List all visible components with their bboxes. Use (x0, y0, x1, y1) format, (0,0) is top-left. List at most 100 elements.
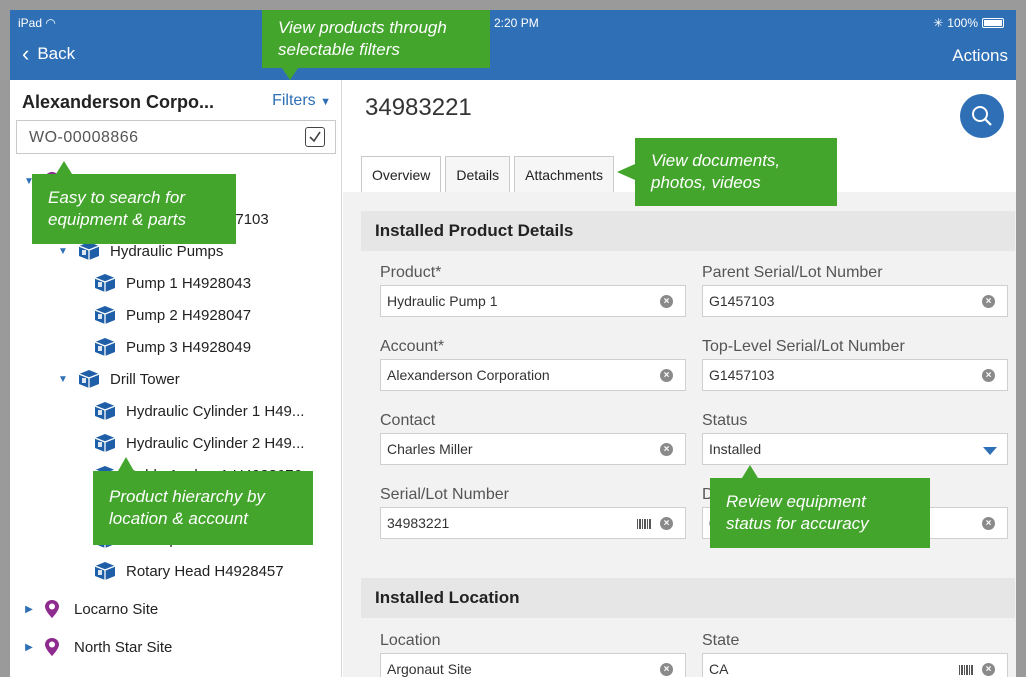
state-value: CA (709, 661, 729, 677)
clear-icon[interactable]: × (982, 369, 995, 382)
product-box-icon (78, 370, 100, 388)
search-value: WO-00008866 (29, 129, 139, 146)
clear-icon[interactable]: × (660, 443, 673, 456)
tree-product-item[interactable]: Pump 2 H4928047 (10, 299, 340, 331)
tree-item-label: Hydraulic Cylinder 2 H49... (126, 434, 305, 452)
location-pin-icon (45, 638, 59, 656)
tree-item-label: Pump 1 H4928043 (126, 274, 252, 292)
bluetooth-icon: ✳ (933, 16, 944, 30)
clear-icon[interactable]: × (982, 517, 995, 530)
caret-right-icon[interactable]: ▶ (22, 604, 36, 615)
barcode-icon[interactable] (959, 665, 973, 675)
location-pin-icon (45, 600, 59, 618)
tree-item-label: Rotary Head H4928457 (126, 562, 284, 580)
callout-line: status for accuracy (726, 514, 869, 533)
account-value: Alexanderson Corporation (387, 367, 550, 383)
tab-attachments[interactable]: Attachments (514, 156, 614, 192)
dropdown-caret-icon[interactable] (983, 447, 997, 455)
tab-details[interactable]: Details (445, 156, 511, 192)
clear-icon[interactable]: × (660, 663, 673, 676)
product-value: Hydraulic Pump 1 (387, 293, 498, 309)
checkbox-icon[interactable] (305, 127, 325, 147)
callout-line: View products through (278, 18, 447, 37)
serial-field[interactable]: 34983221 × (380, 507, 686, 539)
search-button[interactable] (960, 94, 1004, 138)
filters-label: Filters (272, 92, 316, 109)
location-value: Argonaut Site (387, 661, 472, 677)
tree-product-item[interactable]: ▼ Drill Tower (10, 363, 340, 395)
clear-icon[interactable]: × (982, 295, 995, 308)
callout-arrow (118, 457, 134, 471)
status-battery: ✳ 100% (933, 16, 1004, 30)
clear-icon[interactable]: × (660, 369, 673, 382)
account-label: Account* (380, 338, 445, 355)
product-box-icon (94, 338, 116, 356)
filters-button[interactable]: Filters ▼ (272, 92, 331, 110)
tree-item-label: Pump 3 H4928049 (126, 338, 252, 356)
product-box-icon (94, 434, 116, 452)
callout-search: Easy to search for equipment & parts (32, 174, 236, 244)
search-input[interactable]: WO-00008866 (16, 120, 336, 154)
top-level-serial-field[interactable]: G1457103 × (702, 359, 1008, 391)
tree-product-item[interactable]: Hydraulic Cylinder 2 H49... (10, 427, 340, 459)
caret-down-icon[interactable]: ▼ (56, 374, 70, 385)
callout-line: Product hierarchy by (109, 487, 265, 506)
back-label: Back (37, 44, 76, 63)
tree-item-label: Hydraulic Pumps (110, 242, 224, 260)
barcode-icon[interactable] (637, 519, 651, 529)
tree-product-item[interactable]: Hydraulic Cylinder 1 H49... (10, 395, 340, 427)
account-field[interactable]: Alexanderson Corporation × (380, 359, 686, 391)
status-label: Status (702, 412, 748, 429)
caret-down-icon[interactable]: ▼ (56, 246, 70, 257)
callout-arrow (742, 465, 758, 478)
device-frame: iPad ◠ 2:20 PM ✳ 100% ‹ Back Actions Ale… (0, 0, 1026, 677)
chevron-left-icon: ‹ (22, 41, 30, 66)
contact-value: Charles Miller (387, 441, 473, 457)
tree-item-label: North Star Site (74, 638, 173, 656)
tree-product-item[interactable]: Pump 3 H4928049 (10, 331, 340, 363)
callout-arrow (56, 161, 72, 174)
clear-icon[interactable]: × (660, 295, 673, 308)
serial-value: 34983221 (387, 515, 450, 531)
tab-bar: Overview Details Attachments (361, 156, 614, 192)
callout-line: Easy to search for (48, 188, 186, 207)
actions-button[interactable]: Actions (952, 46, 1008, 66)
status-time: 2:20 PM (494, 16, 539, 30)
callout-status: Review equipment status for accuracy (710, 478, 930, 548)
location-field[interactable]: Argonaut Site × (380, 653, 686, 677)
tree-product-item[interactable]: Pump 1 H4928043 (10, 267, 340, 299)
callout-filters: View products through selectable filters (262, 10, 490, 68)
serial-label: Serial/Lot Number (380, 486, 509, 503)
tree-item-label: Locarno Site (74, 600, 159, 618)
status-carrier: iPad ◠ (18, 16, 56, 30)
tree-product-item[interactable]: Rotary Head H4928457 (10, 555, 340, 587)
product-box-icon (94, 306, 116, 324)
callout-line: photos, videos (651, 173, 761, 192)
status-select[interactable]: Installed (702, 433, 1008, 465)
magnifier-icon (972, 106, 992, 126)
tree-site-item[interactable]: ▶ North Star Site (10, 631, 340, 663)
top-level-serial-label: Top-Level Serial/Lot Number (702, 338, 905, 355)
installed-location-heading: Installed Location (361, 578, 1015, 618)
state-field[interactable]: CA × (702, 653, 1008, 677)
caret-right-icon[interactable]: ▶ (22, 642, 36, 653)
callout-line: equipment & parts (48, 210, 186, 229)
tab-overview[interactable]: Overview (361, 156, 442, 192)
tree-item-label: Pump 2 H4928047 (126, 306, 252, 324)
parent-serial-value: G1457103 (709, 293, 775, 309)
product-box-icon (94, 402, 116, 420)
top-level-serial-value: G1457103 (709, 367, 775, 383)
parent-serial-field[interactable]: G1457103 × (702, 285, 1008, 317)
caret-down-icon: ▼ (320, 96, 331, 108)
product-field[interactable]: Hydraulic Pump 1 × (380, 285, 686, 317)
callout-arrow (282, 68, 298, 80)
account-title: Alexanderson Corpo... (22, 92, 215, 112)
callout-line: Review equipment (726, 492, 866, 511)
parent-serial-label: Parent Serial/Lot Number (702, 264, 883, 281)
back-button[interactable]: ‹ Back (22, 41, 76, 66)
clear-icon[interactable]: × (660, 517, 673, 530)
tree-site-item[interactable]: ▶ Locarno Site (10, 593, 340, 625)
clear-icon[interactable]: × (982, 663, 995, 676)
contact-field[interactable]: Charles Miller × (380, 433, 686, 465)
record-title: 34983221 (365, 94, 472, 121)
